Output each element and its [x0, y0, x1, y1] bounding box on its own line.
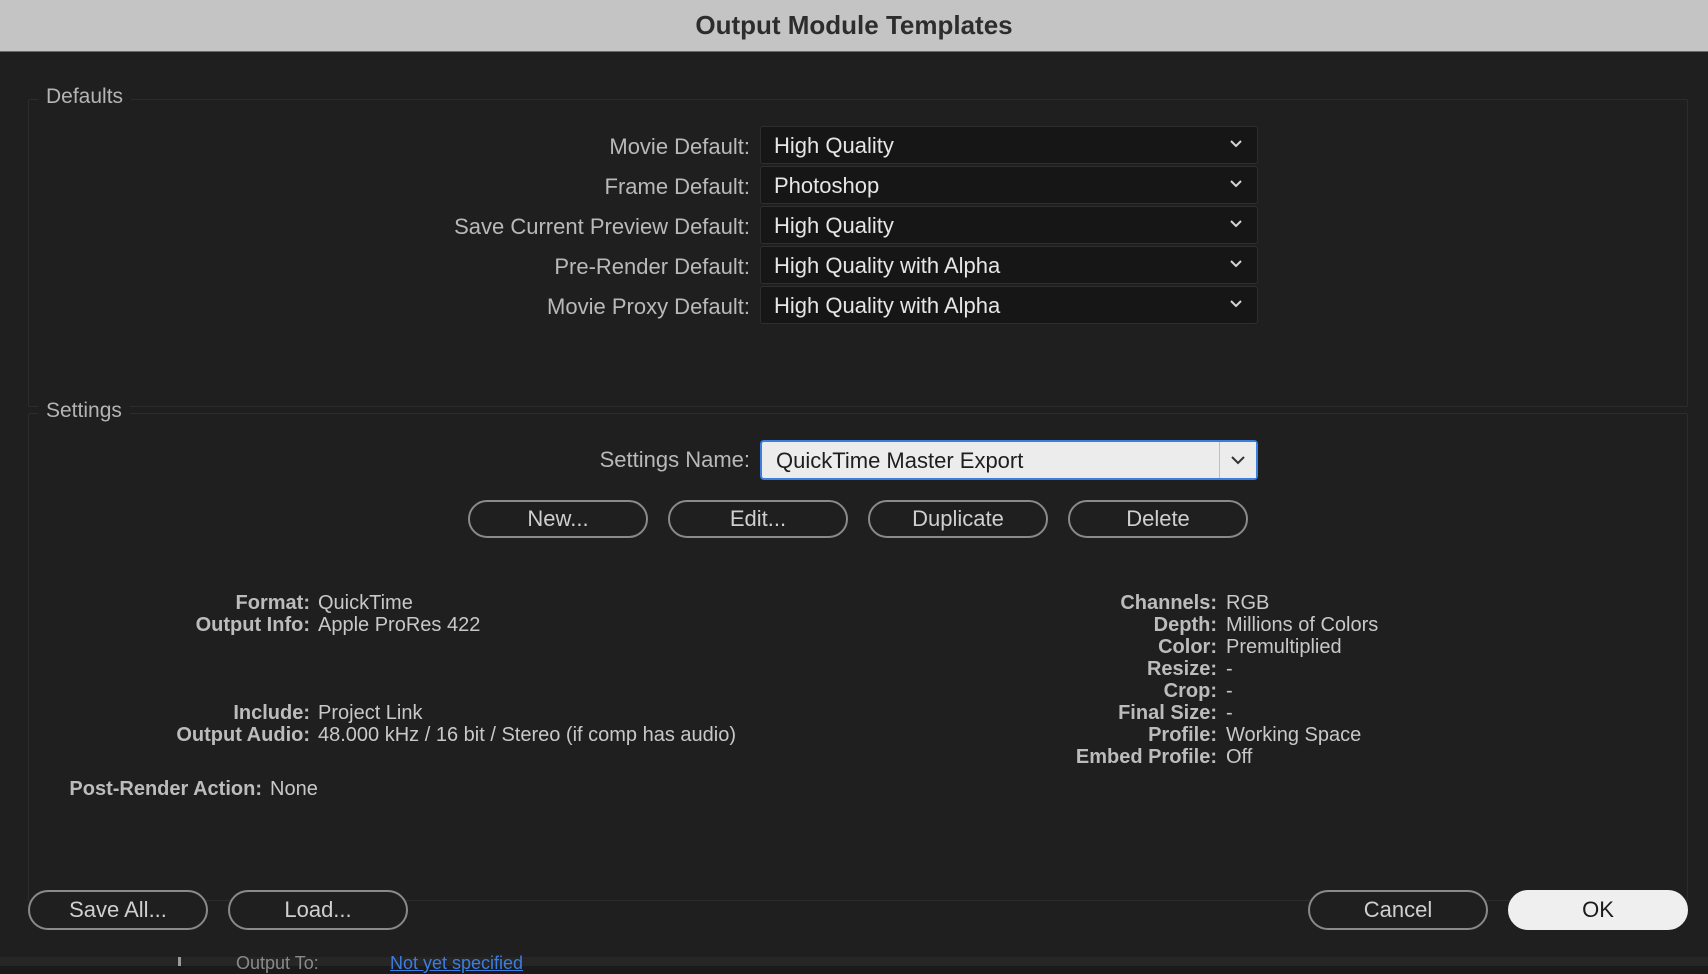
color-value: Premultiplied [1226, 636, 1342, 658]
depth-value: Millions of Colors [1226, 614, 1379, 636]
post-render-key: Post-Render Action: [69, 778, 262, 800]
resize-key: Resize: [1146, 658, 1217, 680]
new-button[interactable]: New... [468, 500, 648, 538]
output-audio-key: Output Audio: [176, 724, 310, 746]
chevron-down-icon [1230, 260, 1242, 268]
chevron-down-icon [1230, 300, 1242, 308]
background-window-peek: Output To: Not yet specified [0, 953, 1708, 973]
dropdown-value: High Quality [774, 213, 894, 238]
save-current-preview-default-label: Save Current Preview Default: [454, 214, 750, 239]
format-value: QuickTime [318, 592, 413, 614]
settings-name-dropdown[interactable]: QuickTime Master Export [760, 440, 1258, 480]
include-value: Project Link [318, 702, 423, 724]
settings-group [28, 413, 1688, 901]
movie-proxy-default-label: Movie Proxy Default: [547, 294, 750, 319]
load-button[interactable]: Load... [228, 890, 408, 930]
save-current-preview-default-dropdown[interactable]: High Quality [760, 206, 1258, 244]
ok-button[interactable]: OK [1508, 890, 1688, 930]
settings-name-dropdown-toggle[interactable] [1219, 442, 1256, 478]
output-to-label: Output To: [236, 953, 319, 973]
window-title: Output Module Templates [0, 0, 1708, 52]
delete-button[interactable]: Delete [1068, 500, 1248, 538]
channels-value: RGB [1226, 592, 1270, 614]
duplicate-button[interactable]: Duplicate [868, 500, 1048, 538]
pre-render-default-label: Pre-Render Default: [554, 254, 750, 279]
chevron-down-icon [1230, 140, 1242, 148]
embed-profile-value: Off [1226, 746, 1253, 768]
final-size-value: - [1226, 702, 1233, 724]
chevron-down-icon [1230, 180, 1242, 188]
post-render-value: None [270, 778, 318, 800]
settings-name-label: Settings Name: [599, 447, 750, 472]
cancel-button[interactable]: Cancel [1308, 890, 1488, 930]
depth-key: Depth: [1153, 614, 1217, 636]
profile-key: Profile: [1148, 724, 1217, 746]
final-size-key: Final Size: [1118, 702, 1217, 724]
frame-default-label: Frame Default: [604, 174, 751, 199]
crop-key: Crop: [1163, 680, 1217, 702]
settings-name-value: QuickTime Master Export [776, 448, 1024, 473]
edit-button[interactable]: Edit... [668, 500, 848, 538]
resize-value: - [1226, 658, 1233, 680]
profile-value: Working Space [1226, 724, 1362, 746]
defaults-group-label: Defaults [38, 85, 132, 109]
dropdown-value: High Quality with Alpha [774, 293, 1001, 318]
color-key: Color: [1158, 636, 1217, 658]
movie-proxy-default-dropdown[interactable]: High Quality with Alpha [760, 286, 1258, 324]
channels-key: Channels: [1120, 592, 1217, 614]
dropdown-value: High Quality with Alpha [774, 253, 1001, 278]
chevron-down-icon [1230, 220, 1242, 228]
output-info-value: Apple ProRes 422 [318, 614, 481, 636]
dropdown-value: High Quality [774, 133, 894, 158]
output-info-key: Output Info: [195, 614, 310, 636]
embed-profile-key: Embed Profile: [1075, 746, 1217, 768]
dialog-body: Defaults Movie Default: High Quality Fra… [0, 52, 1708, 957]
chevron-down-icon [1231, 456, 1245, 465]
crop-value: - [1226, 680, 1233, 702]
tree-line [178, 957, 181, 966]
movie-default-dropdown[interactable]: High Quality [760, 126, 1258, 164]
settings-group-label: Settings [38, 399, 130, 423]
output-to-link[interactable]: Not yet specified [390, 953, 523, 974]
movie-default-label: Movie Default: [609, 134, 750, 159]
include-key: Include: [233, 702, 310, 724]
dropdown-value: Photoshop [774, 173, 880, 198]
frame-default-dropdown[interactable]: Photoshop [760, 166, 1258, 204]
format-key: Format: [235, 592, 310, 614]
output-audio-value: 48.000 kHz / 16 bit / Stereo (if comp ha… [318, 724, 736, 746]
pre-render-default-dropdown[interactable]: High Quality with Alpha [760, 246, 1258, 284]
save-all-button[interactable]: Save All... [28, 890, 208, 930]
